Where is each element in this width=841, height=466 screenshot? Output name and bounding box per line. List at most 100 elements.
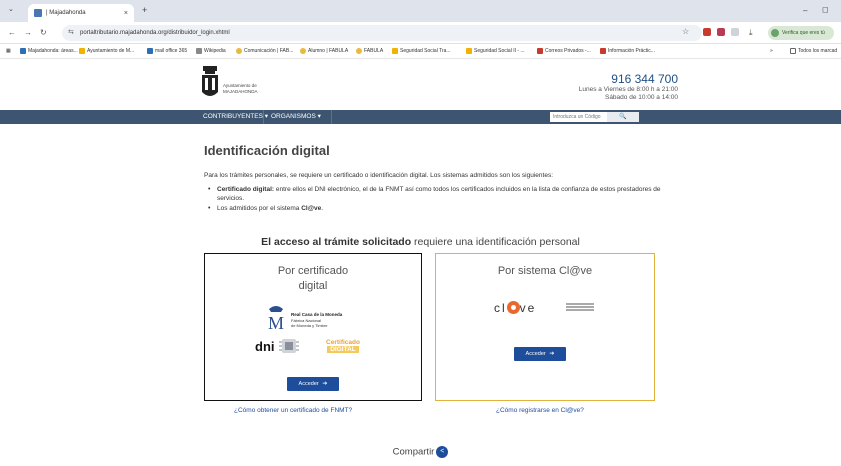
browser-tab-bar: ⌄ | Majadahonda × + – ◻ bbox=[0, 0, 841, 22]
code-search-input[interactable] bbox=[550, 112, 607, 122]
certificate-card[interactable]: Por certificado digital M Real Casa de l… bbox=[204, 253, 422, 401]
bookmark-item[interactable]: FABULA bbox=[356, 48, 383, 54]
fnmt-help-link[interactable]: ¿Cómo obtener un certificado de FNMT? bbox=[234, 407, 352, 414]
tab-close-icon[interactable]: × bbox=[124, 10, 128, 17]
url-text: portaltributario.majadahonda.org/distrib… bbox=[80, 30, 230, 36]
fnmt-name: Real Casa de la Moneda bbox=[291, 312, 343, 317]
bookmark-label: FABULA bbox=[364, 48, 384, 54]
svg-text:M: M bbox=[268, 313, 284, 331]
site-logo[interactable]: Ayuntamiento de MAJADAHONDA bbox=[200, 66, 280, 104]
list-item: Certificado digital: entre ellos el DNI … bbox=[204, 185, 674, 203]
bookmark-icon bbox=[392, 48, 398, 54]
nav-organismos[interactable]: ORGANISMOS ▾ bbox=[271, 112, 321, 120]
bookmark-item[interactable]: Información Práctic... bbox=[600, 48, 655, 54]
bookmark-label: Todos los marcad bbox=[798, 48, 838, 54]
hours-saturday: Sábado de 10:00 a 14:00 bbox=[604, 94, 678, 101]
hours-weekday: Lunes a Viernes de 8:00 h a 21:00 bbox=[578, 86, 678, 93]
list-item: Los admitidos por el sistema Cl@ve. bbox=[204, 204, 674, 213]
minimize-icon[interactable]: – bbox=[803, 6, 807, 15]
search-button[interactable]: 🔍 bbox=[607, 112, 639, 122]
main-navbar: CONTRIBUYENTES ▾ ORGANISMOS ▾ 🔍 bbox=[0, 110, 841, 124]
share-icon[interactable]: < bbox=[436, 446, 449, 458]
bookmark-label: Seguridad Social Tra... bbox=[400, 48, 451, 54]
site-info-icon[interactable]: ⇆ bbox=[68, 25, 74, 41]
back-icon[interactable]: ← bbox=[8, 28, 16, 37]
share-label: Compartir bbox=[392, 446, 435, 458]
apps-grid-icon[interactable]: ▦ bbox=[6, 48, 11, 54]
bookmark-icon bbox=[196, 48, 202, 54]
new-tab-button[interactable]: + bbox=[142, 5, 147, 15]
certificate-access-button[interactable]: Acceder ➔ bbox=[287, 377, 339, 391]
access-heading-bold: El acceso al trámite solicitado bbox=[261, 236, 412, 248]
clave-logo-right: ve bbox=[519, 301, 537, 315]
bookmark-label: Correos Privados -... bbox=[545, 48, 591, 54]
list-item-text: Los admitidos por el sistema bbox=[217, 205, 302, 212]
certificado-digital-logo: Certificado DIGITAL bbox=[318, 339, 368, 353]
clave-card[interactable]: Por sistema Cl@ve cl ve Acceder ➔ bbox=[435, 253, 655, 401]
bookmark-label: Ayuntamiento de M... bbox=[87, 48, 135, 54]
cert-logo-line1: Certificado bbox=[326, 339, 360, 346]
forward-icon[interactable]: → bbox=[24, 28, 32, 37]
all-bookmarks-folder[interactable]: Todos los marcad bbox=[790, 48, 837, 54]
bookmark-item[interactable]: Wikipedia bbox=[196, 48, 226, 54]
clave-logo: cl ve bbox=[494, 299, 536, 315]
verify-label: Verifica que eres tú bbox=[782, 30, 825, 36]
more-bookmarks-icon[interactable]: » bbox=[770, 48, 773, 54]
site-favicon-icon bbox=[34, 9, 42, 17]
maximize-icon[interactable]: ◻ bbox=[822, 5, 829, 14]
intro-text: Para los trámites personales, se requier… bbox=[204, 172, 554, 179]
logo-name: Ayuntamiento de MAJADAHONDA bbox=[223, 83, 258, 95]
clave-help-link[interactable]: ¿Cómo registrarse en Cl@ve? bbox=[496, 407, 584, 414]
bookmark-item[interactable]: Alumno | FABULA bbox=[300, 48, 348, 54]
address-bar: ← → ↻ ⇆ portaltributario.majadahonda.org… bbox=[0, 22, 841, 44]
share-section[interactable]: Compartir < bbox=[0, 446, 841, 458]
bookmark-star-icon[interactable]: ☆ bbox=[682, 27, 689, 36]
login-arrow-icon: ➔ bbox=[547, 351, 555, 357]
card-title: Por certificado bbox=[277, 265, 349, 277]
bookmark-label: Majadahonda: áreas... bbox=[28, 48, 78, 54]
bookmark-icon bbox=[537, 48, 543, 54]
browser-tab[interactable]: | Majadahonda × bbox=[28, 4, 134, 22]
logo-line2: MAJADAHONDA bbox=[223, 89, 258, 94]
bookmark-item[interactable]: Correos Privados -... bbox=[537, 48, 591, 54]
clave-access-button[interactable]: Acceder ➔ bbox=[514, 347, 566, 361]
extension-icon[interactable] bbox=[717, 28, 725, 36]
bookmark-item[interactable]: Seguridad Social II - ... bbox=[466, 48, 525, 54]
login-arrow-icon: ➔ bbox=[320, 381, 328, 387]
clave-at-icon bbox=[506, 301, 520, 314]
list-item-bold: Cl@ve bbox=[301, 205, 322, 212]
download-icon[interactable]: ⤓ bbox=[749, 28, 753, 38]
list-item-text: . bbox=[321, 205, 324, 212]
bookmark-label: Alumno | FABULA bbox=[308, 48, 349, 54]
extensions-puzzle-icon[interactable] bbox=[731, 28, 739, 36]
bookmark-icon bbox=[600, 48, 606, 54]
bookmark-icon bbox=[356, 48, 362, 54]
page-title: Identificación digital bbox=[204, 143, 330, 158]
bookmark-item[interactable]: Comunicación | FAB... bbox=[236, 48, 293, 54]
accepted-systems-list: Certificado digital: entre ellos el DNI … bbox=[204, 185, 674, 214]
bookmark-item[interactable]: mail office 365 bbox=[147, 48, 187, 54]
fnmt-logo: M Real Casa de la Moneda Fábrica Naciona… bbox=[266, 303, 376, 331]
nav-divider bbox=[331, 110, 332, 124]
card-title: Por sistema Cl@ve bbox=[497, 265, 593, 277]
bookmark-item[interactable]: Ayuntamiento de M... bbox=[79, 48, 134, 54]
bookmark-icon bbox=[79, 48, 85, 54]
extension-icon[interactable] bbox=[703, 28, 711, 36]
nav-contribuyentes[interactable]: CONTRIBUYENTES ▾ bbox=[203, 112, 268, 120]
list-item-bold: Certificado digital: bbox=[217, 186, 275, 193]
bookmark-label: Seguridad Social II - ... bbox=[474, 48, 525, 54]
fnmt-crown-icon: M bbox=[268, 306, 284, 331]
bookmark-icon bbox=[466, 48, 472, 54]
access-heading-rest: requiere una identificación personal bbox=[411, 236, 580, 248]
profile-verify-button[interactable]: Verifica que eres tú bbox=[768, 26, 834, 40]
crest-icon bbox=[202, 66, 218, 96]
contact-phone[interactable]: 916 344 700 bbox=[611, 72, 678, 86]
bookmark-item[interactable]: Majadahonda: áreas... bbox=[20, 48, 78, 54]
tab-search-icon[interactable]: ⌄ bbox=[8, 5, 14, 13]
bookmark-item[interactable]: Seguridad Social Tra... bbox=[392, 48, 451, 54]
fnmt-sub2: de Moneda y Timbre bbox=[291, 323, 328, 328]
url-field[interactable]: ⇆ portaltributario.majadahonda.org/distr… bbox=[62, 25, 702, 41]
clave-logo-left: cl bbox=[494, 301, 507, 315]
bookmark-label: Comunicación | FAB... bbox=[244, 48, 294, 54]
reload-icon[interactable]: ↻ bbox=[40, 28, 47, 37]
